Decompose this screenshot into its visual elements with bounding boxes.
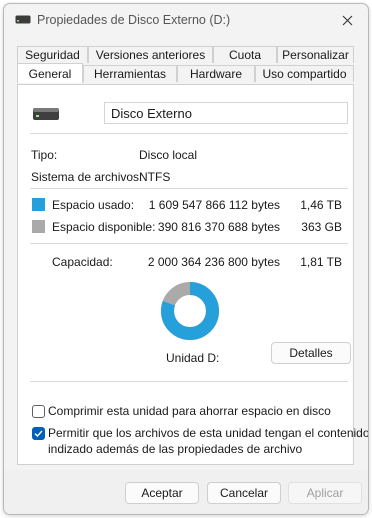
checkmark-icon [34, 430, 43, 438]
separator [30, 188, 348, 189]
cancel-button[interactable]: Cancelar [207, 482, 281, 504]
index-label-line1[interactable]: Permitir que los archivos de esta unidad… [48, 426, 368, 440]
tab-hardware[interactable]: Hardware [177, 65, 255, 82]
drive-caption: Unidad D: [166, 351, 220, 365]
tab-personalizar[interactable]: Personalizar [277, 46, 354, 63]
filesystem-label: Sistema de archivos: [31, 170, 143, 184]
disk-usage-donut [161, 282, 219, 340]
drive-icon [33, 108, 59, 120]
capacity-label: Capacidad: [52, 255, 113, 269]
close-icon [342, 15, 352, 25]
tab-herramientas[interactable]: Herramientas [83, 65, 177, 82]
index-label-line2[interactable]: indizado además de las propiedades de ar… [48, 442, 302, 456]
tab-general[interactable]: General [17, 63, 83, 83]
separator [30, 133, 348, 134]
separator [30, 381, 348, 382]
free-space-swatch [32, 220, 45, 233]
used-space-bytes: 1 609 547 866 112 bytes [148, 198, 280, 212]
details-button[interactable]: Detalles [271, 342, 351, 364]
compress-label[interactable]: Comprimir esta unidad para ahorrar espac… [48, 404, 331, 418]
used-space-swatch [32, 198, 45, 211]
type-label: Tipo: [31, 148, 58, 162]
type-value: Disco local [139, 148, 198, 162]
tab-uso-compartido[interactable]: Uso compartido [255, 65, 354, 82]
used-space-label: Espacio usado: [52, 198, 135, 212]
used-space-size: 1,46 TB [300, 198, 342, 212]
apply-button[interactable]: Aplicar [288, 482, 362, 504]
close-button[interactable] [330, 7, 364, 33]
button-bar: Aceptar Cancelar Aplicar [4, 470, 368, 514]
ok-button[interactable]: Aceptar [125, 482, 199, 504]
drive-name-input[interactable]: Disco Externo [104, 102, 348, 124]
capacity-size: 1,81 TB [300, 255, 342, 269]
properties-window: Propiedades de Disco Externo (D:) Seguri… [3, 3, 369, 515]
tab-versiones-anteriores[interactable]: Versiones anteriores [88, 46, 213, 63]
drive-icon [15, 15, 31, 24]
window-title: Propiedades de Disco Externo (D:) [37, 13, 231, 27]
free-space-size: 363 GB [301, 220, 342, 234]
filesystem-value: NTFS [139, 170, 171, 184]
tab-cuota[interactable]: Cuota [213, 46, 277, 63]
general-panel: Disco Externo Tipo: Disco local Sistema … [17, 84, 368, 465]
tab-seguridad[interactable]: Seguridad [17, 46, 88, 63]
free-space-bytes: 390 816 370 688 bytes [157, 220, 280, 234]
capacity-bytes: 2 000 364 236 800 bytes [147, 255, 280, 269]
separator [30, 243, 348, 244]
index-checkbox[interactable] [32, 427, 45, 440]
title-bar: Propiedades de Disco Externo (D:) [4, 4, 368, 36]
compress-checkbox[interactable] [32, 405, 45, 418]
